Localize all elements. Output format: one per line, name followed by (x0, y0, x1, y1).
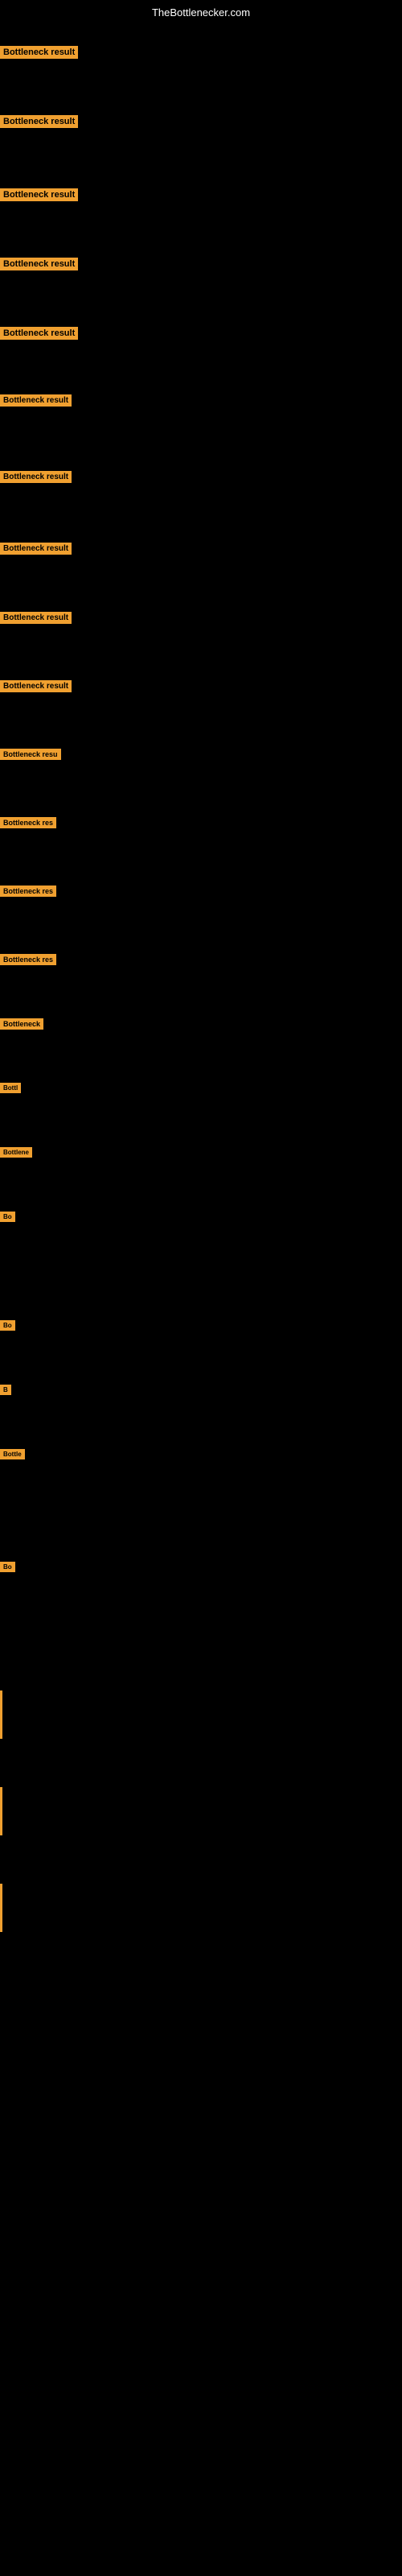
result-bar (0, 1690, 2, 1739)
bottleneck-result-label: Bottleneck result (0, 46, 78, 59)
bottleneck-result-label: Bottleneck res (0, 886, 56, 897)
bottleneck-result-label: Bottleneck result (0, 471, 72, 483)
bottleneck-result-label: Bottleneck result (0, 258, 78, 270)
bottleneck-result-label: Bottleneck resu (0, 749, 61, 760)
bottleneck-result-label: Bo (0, 1562, 15, 1572)
bottleneck-result-label: Bottleneck result (0, 543, 72, 555)
bottleneck-result-label: Bottleneck result (0, 680, 72, 692)
bottleneck-result-label: B (0, 1385, 11, 1395)
bottleneck-result-label: Bottle (0, 1449, 25, 1459)
bottleneck-result-label: Bottleneck res (0, 817, 56, 828)
bottleneck-result-label: Bo (0, 1212, 15, 1222)
bottleneck-result-label: Bottleneck result (0, 394, 72, 407)
result-bar (0, 1884, 2, 1932)
bottleneck-result-label: Bottleneck result (0, 612, 72, 624)
bottleneck-result-label: Bottleneck (0, 1018, 43, 1030)
site-title: TheBottlenecker.com (152, 6, 250, 19)
bottleneck-result-label: Bottleneck result (0, 327, 78, 340)
bottleneck-result-label: Bo (0, 1320, 15, 1331)
result-bar (0, 1787, 2, 1835)
bottleneck-result-label: Bottlene (0, 1147, 32, 1158)
bottleneck-result-label: Bottleneck result (0, 188, 78, 201)
bottleneck-result-label: Bottleneck result (0, 115, 78, 128)
bottleneck-result-label: Bottl (0, 1083, 21, 1093)
bottleneck-result-label: Bottleneck res (0, 954, 56, 965)
